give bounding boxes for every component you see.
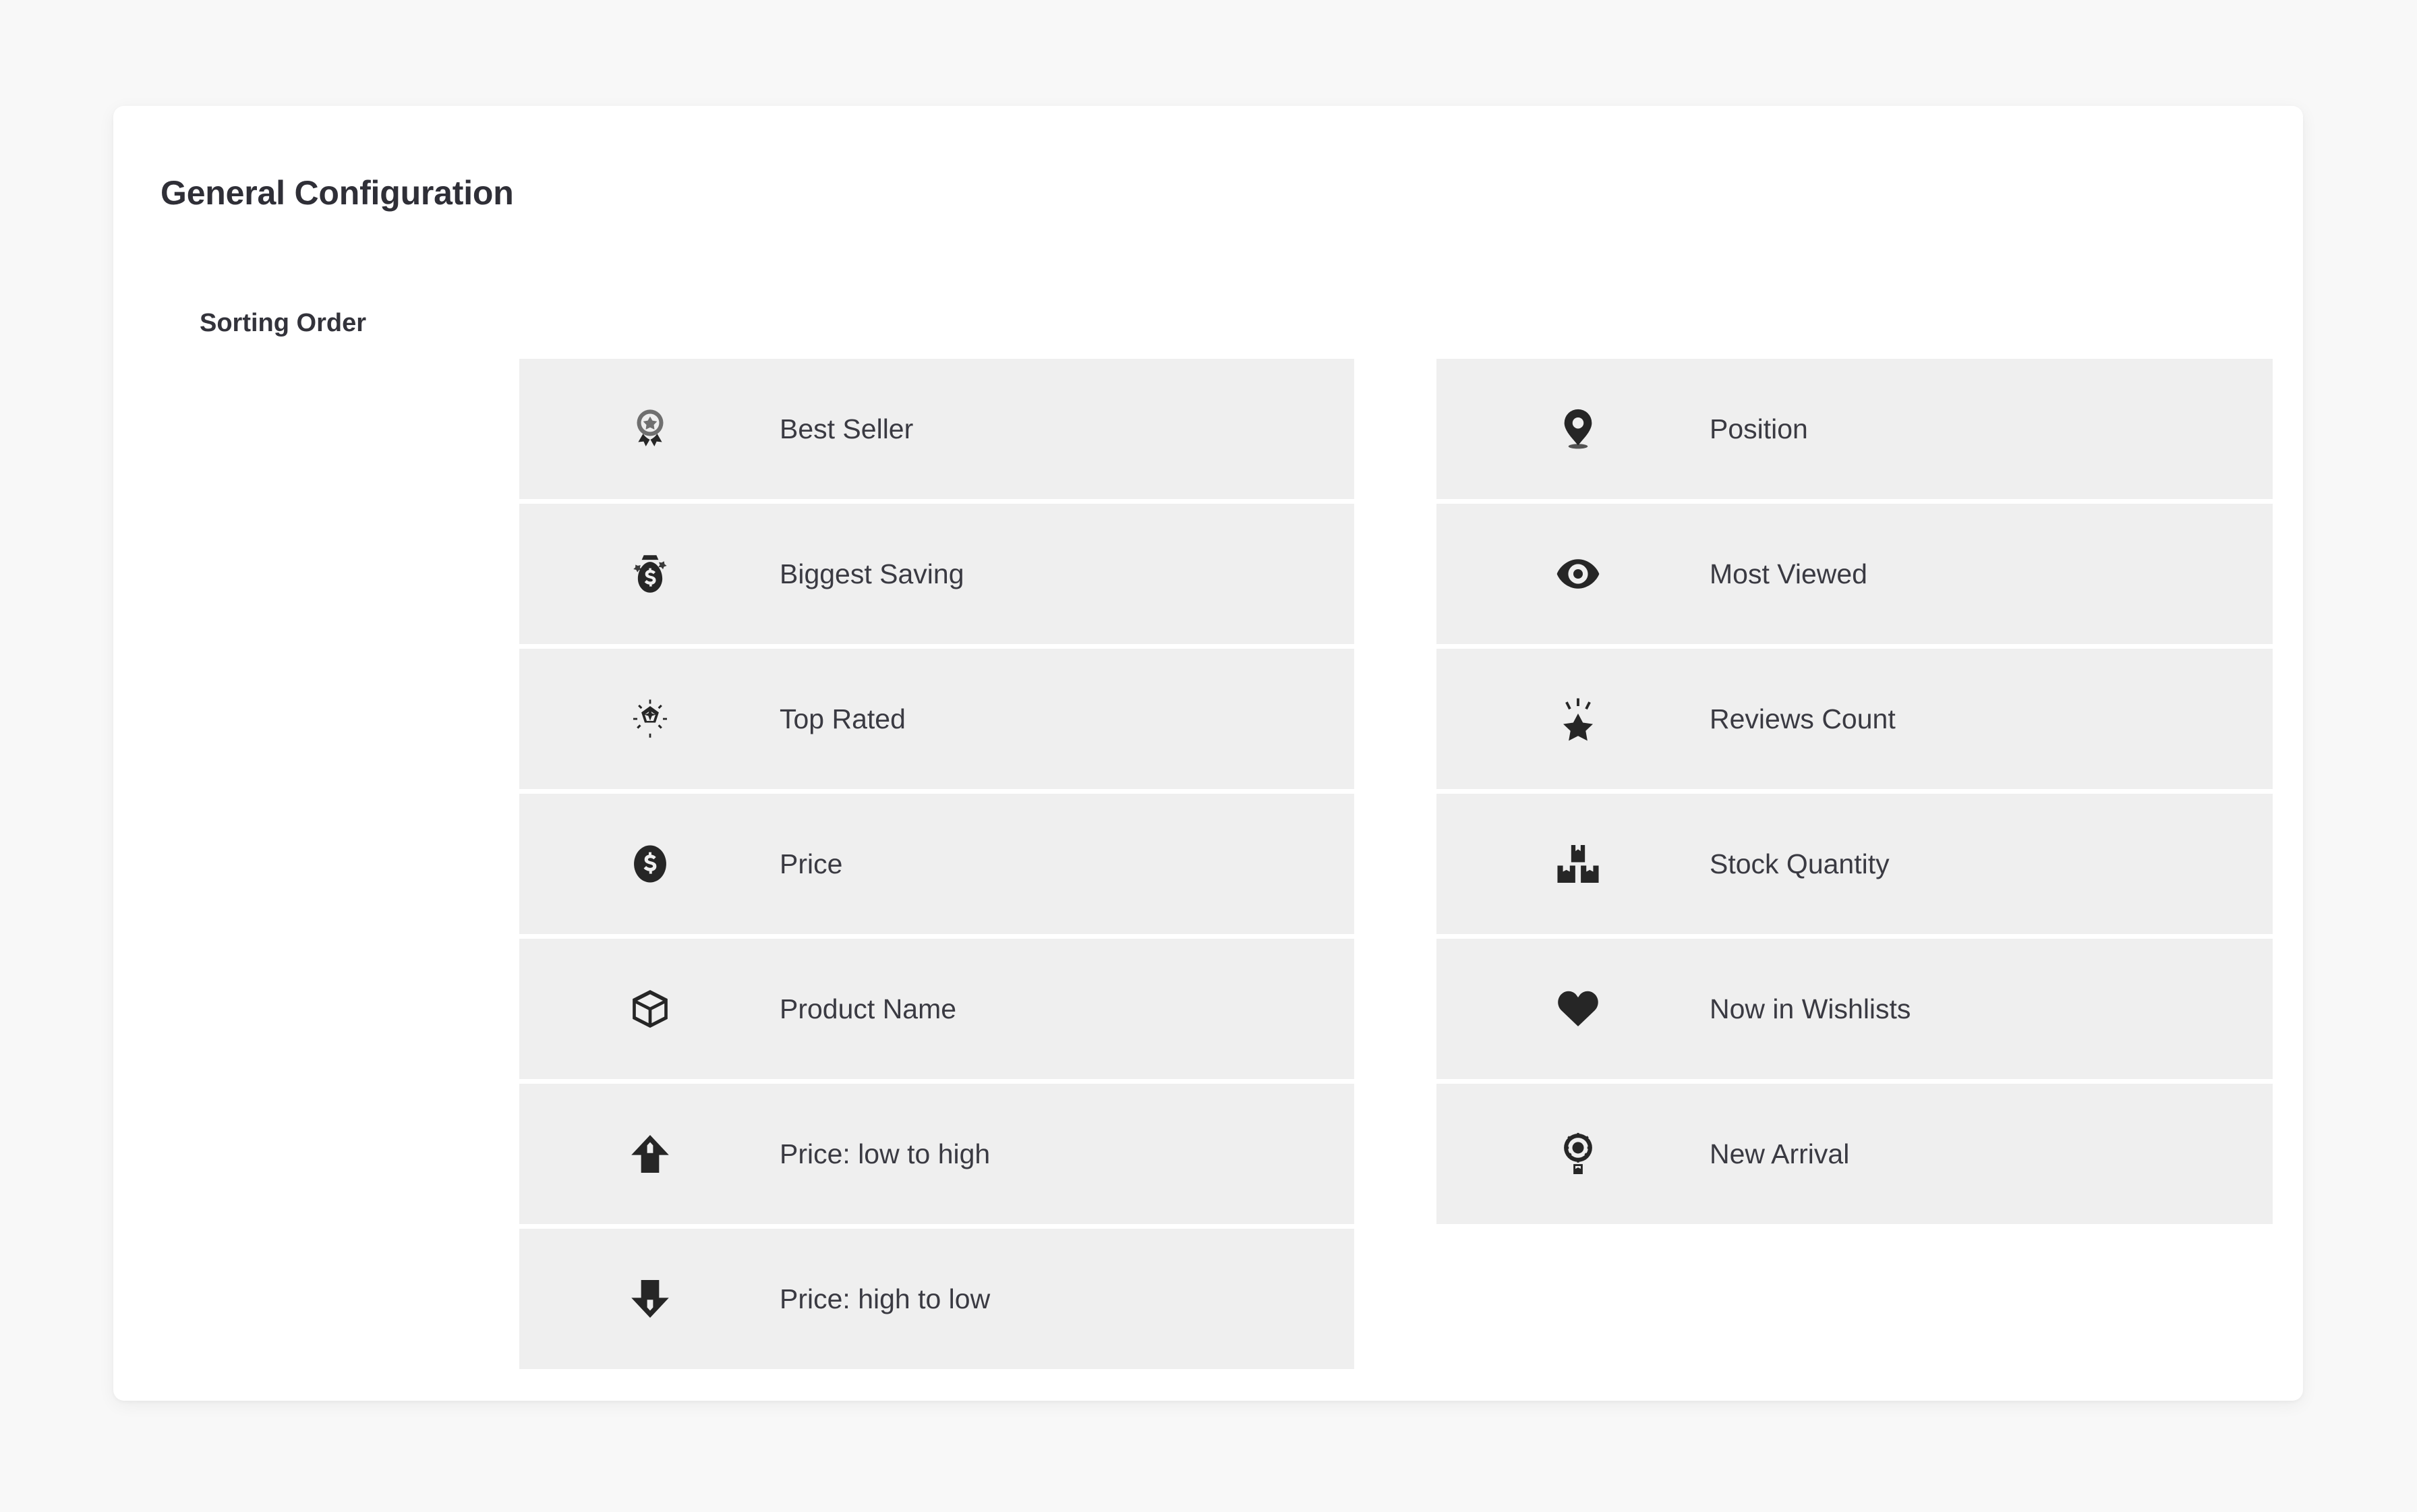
sorting-option-label: Top Rated	[780, 703, 906, 734]
cube-box-icon	[623, 982, 677, 1036]
sorting-option-label: Biggest Saving	[780, 558, 964, 589]
sparkle-star-outline-icon	[623, 692, 677, 746]
sorting-option-row[interactable]: New Arrival	[1436, 1084, 2273, 1224]
sorting-option-label: Most Viewed	[1710, 558, 1867, 589]
sorting-option-row[interactable]: Product Name	[519, 939, 1354, 1079]
sorting-option-label: Product Name	[780, 993, 957, 1024]
sorting-option-label: Best Seller	[780, 413, 914, 444]
award-ribbon-icon	[623, 402, 677, 456]
sorting-option-row[interactable]: Now in Wishlists	[1436, 939, 2273, 1079]
sorting-option-label: Price: high to low	[780, 1283, 991, 1314]
sorting-option-row[interactable]: Most Viewed	[1436, 504, 2273, 644]
arrow-down-icon	[623, 1272, 677, 1326]
sorting-option-row[interactable]: Price: low to high	[519, 1084, 1354, 1224]
sorting-option-label: Position	[1710, 413, 1808, 444]
sorting-option-label: Price	[780, 848, 843, 879]
sorting-order-label: Sorting Order	[200, 309, 367, 337]
sorting-option-row[interactable]: Biggest Saving	[519, 504, 1354, 644]
money-bag-icon	[623, 547, 677, 601]
sorting-option-row[interactable]: Reviews Count	[1436, 649, 2273, 789]
sorting-option-row[interactable]: Price: high to low	[519, 1229, 1354, 1369]
sorting-option-label: Now in Wishlists	[1710, 993, 1911, 1024]
map-pin-icon	[1551, 402, 1605, 456]
sorting-option-label: New Arrival	[1710, 1138, 1850, 1169]
sorting-option-label: Stock Quantity	[1710, 848, 1890, 879]
sorting-order-right-column: Position Most Viewed Reviews Count Stock Qu…	[1436, 359, 2273, 1224]
page-title: General Configuration	[161, 174, 514, 212]
medal-rosette-icon	[1551, 1127, 1605, 1181]
sorting-option-row[interactable]: Best Seller	[519, 359, 1354, 499]
sorting-option-row[interactable]: Top Rated	[519, 649, 1354, 789]
sorting-option-label: Reviews Count	[1710, 703, 1896, 734]
sorting-option-row[interactable]: Price	[519, 794, 1354, 934]
sparkle-star-filled-icon	[1551, 692, 1605, 746]
sorting-option-row[interactable]: Position	[1436, 359, 2273, 499]
stacked-boxes-icon	[1551, 837, 1605, 891]
sorting-option-row[interactable]: Stock Quantity	[1436, 794, 2273, 934]
dollar-coin-icon	[623, 837, 677, 891]
general-configuration-card: General Configuration Sorting Order Best…	[113, 106, 2303, 1401]
sorting-order-left-column: Best Seller Biggest Saving Top Rated Price P…	[519, 359, 1354, 1369]
heart-icon	[1551, 982, 1605, 1036]
arrow-up-icon	[623, 1127, 677, 1181]
sorting-option-label: Price: low to high	[780, 1138, 991, 1169]
eye-icon	[1551, 547, 1605, 601]
